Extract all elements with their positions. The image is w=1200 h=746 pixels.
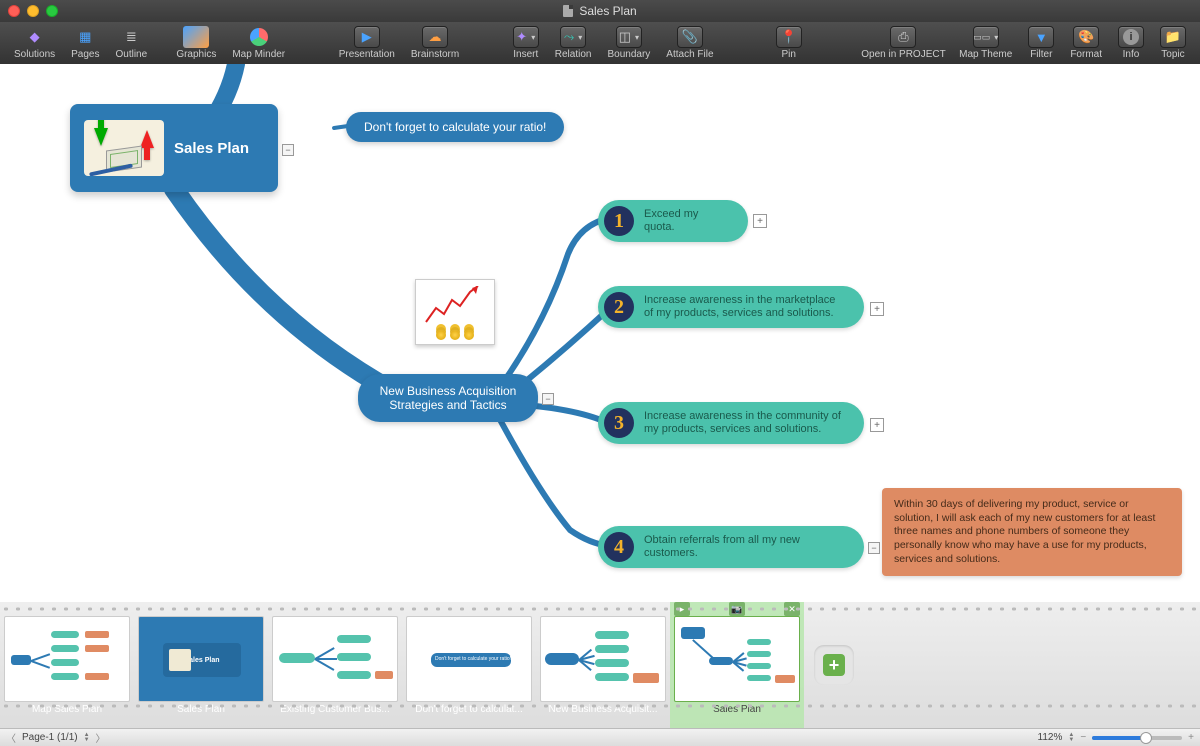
slide-caption: Sales Plan <box>138 704 264 715</box>
slide-thumbnail-4[interactable]: Don't forget to calculate your ratio! Do… <box>402 602 536 728</box>
slide-thumbnail-5[interactable]: New Business Acquisit... <box>536 602 670 728</box>
slide-caption: New Business Acquisit... <box>540 704 666 715</box>
collapse-toggle-hub[interactable]: − <box>542 393 554 405</box>
capture-slide-button[interactable]: 📷 <box>729 602 745 616</box>
presentation-strip: Map Sales Plan Sales Plan Sales Plan Exi… <box>0 602 1200 728</box>
presentation-button[interactable]: ▶Presentation <box>331 24 403 62</box>
map-minder-button[interactable]: Map Minder <box>224 24 293 62</box>
filter-button[interactable]: ▼Filter <box>1020 24 1062 62</box>
maximize-window-button[interactable] <box>46 5 58 17</box>
map-theme-button[interactable]: ▭▭Map Theme <box>951 24 1020 62</box>
topic-button[interactable]: 📁Topic <box>1152 24 1194 62</box>
goal-topic-2[interactable]: 2 Increase awareness in the marketplace … <box>598 286 864 328</box>
pages-button[interactable]: ▦Pages <box>63 24 107 62</box>
page-stepper[interactable]: ▲▼ <box>84 733 90 743</box>
goal-topic-3[interactable]: 3 Increase awareness in the community of… <box>598 402 864 444</box>
collapse-toggle-4[interactable]: − <box>868 542 880 554</box>
attach-file-button[interactable]: 📎Attach File <box>658 24 721 62</box>
add-slide-button[interactable]: + <box>814 645 854 685</box>
play-slide-button[interactable]: ▸ <box>674 602 690 616</box>
outline-button[interactable]: ≣Outline <box>108 24 156 62</box>
subtopic-text: New Business Acquisition Strategies and … <box>378 384 518 412</box>
slide-thumbnail-1[interactable]: Map Sales Plan <box>0 602 134 728</box>
graphics-button[interactable]: Graphics <box>168 24 224 62</box>
page-indicator: Page-1 (1/1) <box>22 732 78 743</box>
slide-caption: Map Sales Plan <box>4 704 130 715</box>
goal-topic-4[interactable]: 4 Obtain referrals from all my new custo… <box>598 526 864 568</box>
insert-button[interactable]: ✦Insert <box>505 24 547 62</box>
status-bar: 〈 Page-1 (1/1) ▲▼ 〉 112% ▲▼ − + <box>0 728 1200 746</box>
callout-text: Don't forget to calculate your ratio! <box>364 120 546 134</box>
note-text: Within 30 days of delivering my product,… <box>894 498 1170 566</box>
delete-slide-button[interactable]: ✕ <box>784 602 800 616</box>
growth-chart-image <box>415 279 495 345</box>
goal-topic-1[interactable]: 1 Exceed my quota. <box>598 200 748 242</box>
pin-button[interactable]: 📍Pin <box>768 24 808 62</box>
window-controls <box>8 5 58 17</box>
root-topic[interactable]: Sales Plan <box>70 104 278 192</box>
goal-text-4: Obtain referrals from all my new custome… <box>644 534 846 560</box>
brainstorm-button[interactable]: ☁Brainstorm <box>403 24 467 62</box>
plus-icon: + <box>823 654 845 676</box>
root-topic-title: Sales Plan <box>174 140 249 157</box>
zoom-slider[interactable] <box>1092 736 1182 740</box>
close-window-button[interactable] <box>8 5 20 17</box>
priority-badge-1: 1 <box>604 206 634 236</box>
subtopic-new-business[interactable]: New Business Acquisition Strategies and … <box>358 374 538 422</box>
info-button[interactable]: iInfo <box>1110 24 1152 62</box>
slide-thumbnail-3[interactable]: Existing Customer Bus... <box>268 602 402 728</box>
boundary-button[interactable]: ◫Boundary <box>599 24 658 62</box>
titlebar: Sales Plan <box>0 0 1200 22</box>
zoom-in-button[interactable]: + <box>1188 732 1194 743</box>
zoom-out-button[interactable]: − <box>1080 732 1086 743</box>
slide-thumbnail-6-selected[interactable]: ▸ 📷 ✕ Sales Plan <box>670 602 804 728</box>
slide-caption: Don't forget to calculat... <box>406 704 532 715</box>
goal-text-1: Exceed my quota. <box>644 208 730 234</box>
prev-page-button[interactable]: 〈 <box>6 730 16 745</box>
slide-caption: Existing Customer Bus... <box>272 704 398 715</box>
document-title: Sales Plan <box>579 4 636 18</box>
priority-badge-2: 2 <box>604 292 634 322</box>
callout-topic[interactable]: Don't forget to calculate your ratio! <box>346 112 564 142</box>
expand-toggle-1[interactable]: + <box>753 214 767 228</box>
priority-badge-3: 3 <box>604 408 634 438</box>
expand-toggle-2[interactable]: + <box>870 302 884 316</box>
toolbar: ◆Solutions ▦Pages ≣Outline Graphics Map … <box>0 22 1200 64</box>
document-icon <box>563 5 573 17</box>
expand-toggle-3[interactable]: + <box>870 418 884 432</box>
goal-text-3: Increase awareness in the community of m… <box>644 410 846 436</box>
zoom-stepper[interactable]: ▲▼ <box>1068 733 1074 743</box>
slide-thumbnail-2[interactable]: Sales Plan Sales Plan <box>134 602 268 728</box>
priority-badge-4: 4 <box>604 532 634 562</box>
minimize-window-button[interactable] <box>27 5 39 17</box>
note-topic[interactable]: Within 30 days of delivering my product,… <box>882 488 1182 576</box>
format-button[interactable]: 🎨Format <box>1062 24 1110 62</box>
sales-plan-illustration <box>84 120 164 176</box>
next-page-button[interactable]: 〉 <box>96 730 106 745</box>
zoom-level: 112% <box>1038 732 1063 743</box>
relation-button[interactable]: ⤳Relation <box>547 24 600 62</box>
goal-text-2: Increase awareness in the marketplace of… <box>644 294 846 320</box>
slide-caption: Sales Plan <box>674 704 800 715</box>
mindmap-canvas[interactable]: Sales Plan − Don't forget to calculate y… <box>0 64 1200 602</box>
open-in-project-button[interactable]: ⎙Open in PROJECT <box>856 24 951 62</box>
add-slide: + <box>804 602 864 728</box>
solutions-button[interactable]: ◆Solutions <box>6 24 63 62</box>
collapse-toggle[interactable]: − <box>282 144 294 156</box>
